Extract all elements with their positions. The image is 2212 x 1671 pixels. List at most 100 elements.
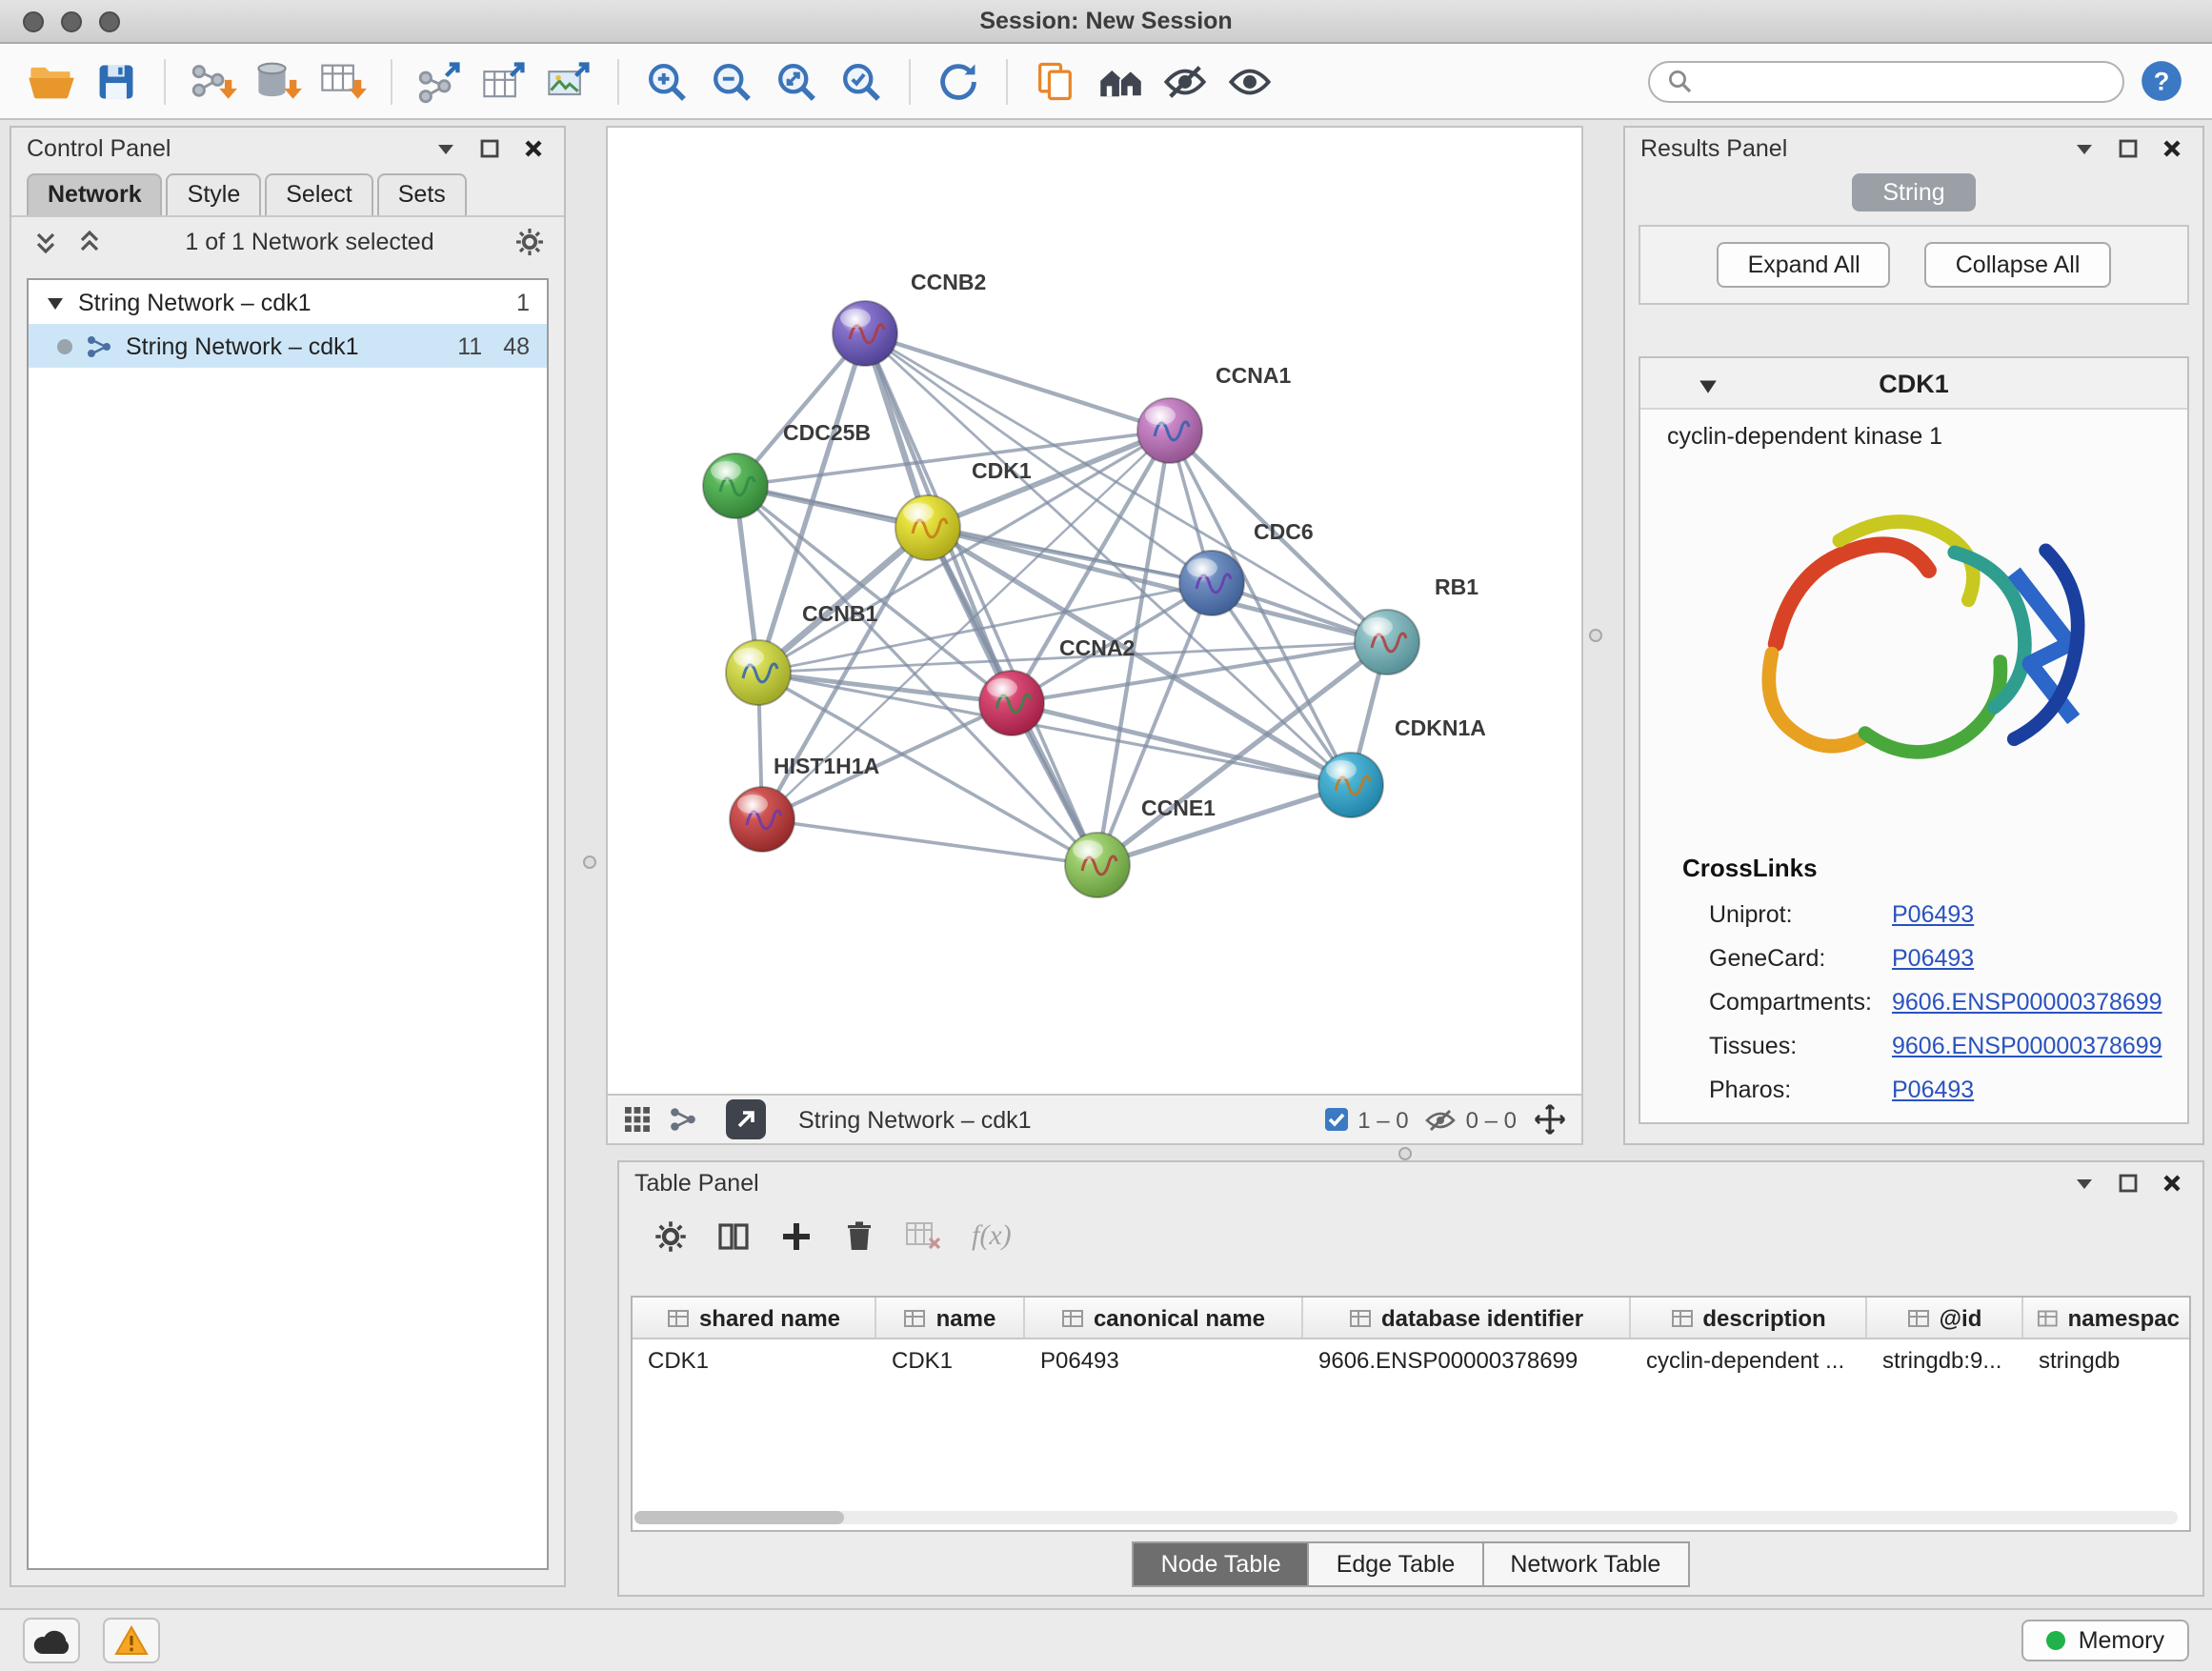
open-session-button[interactable] [23, 52, 80, 110]
tab-node-table[interactable]: Node Table [1133, 1541, 1310, 1587]
column-header-id[interactable]: @id [1867, 1298, 2023, 1338]
crosslink-link-tissues[interactable]: 9606.ENSP00000378699 [1892, 1032, 2162, 1058]
close-panel-icon[interactable] [2157, 132, 2187, 163]
table-toolbar: f(x) [619, 1202, 2202, 1271]
arrow-up-right-icon [734, 1107, 758, 1132]
column-header-name[interactable]: name [876, 1298, 1025, 1338]
disclosure-triangle-icon[interactable] [46, 292, 65, 312]
splitter-handle[interactable] [1589, 629, 1602, 642]
minimize-window-button[interactable] [61, 11, 82, 32]
cell-namespace[interactable]: stringdb [2023, 1339, 2191, 1381]
zoom-fit-button[interactable] [768, 52, 825, 110]
add-column-button[interactable] [779, 1219, 814, 1254]
splitter-handle[interactable] [583, 856, 596, 869]
collapse-all-button[interactable]: Collapse All [1925, 242, 2111, 288]
zoom-in-button[interactable] [638, 52, 695, 110]
crosslink-link-genecard[interactable]: P06493 [1892, 944, 1974, 971]
protein-section-header[interactable]: CDK1 [1640, 358, 2187, 410]
column-header-canonical-name[interactable]: canonical name [1025, 1298, 1303, 1338]
panel-menu-chevron-icon[interactable] [2069, 132, 2100, 163]
crosslink-link-uniprot[interactable]: P06493 [1892, 900, 1974, 927]
cloud-status-button[interactable] [23, 1618, 80, 1663]
zoom-out-button[interactable] [703, 52, 760, 110]
save-session-button[interactable] [88, 52, 145, 110]
close-panel-icon[interactable] [2157, 1167, 2187, 1198]
network-edge-CCNB2-CCNE1[interactable] [865, 333, 1097, 865]
panel-menu-chevron-icon[interactable] [2069, 1167, 2100, 1198]
tab-sets[interactable]: Sets [377, 173, 467, 215]
network-edge-CCNB2-RB1[interactable] [865, 333, 1387, 642]
svg-text:?: ? [2153, 66, 2169, 95]
collapse-all-networks-icon[interactable] [30, 226, 61, 256]
tab-network[interactable]: Network [27, 173, 163, 215]
tab-select[interactable]: Select [265, 173, 373, 215]
import-network-file-button[interactable] [185, 52, 242, 110]
cell-database-identifier[interactable]: 9606.ENSP00000378699 [1303, 1339, 1631, 1381]
close-window-button[interactable] [23, 11, 44, 32]
zoom-window-button[interactable] [99, 11, 120, 32]
tab-edge-table[interactable]: Edge Table [1310, 1541, 1484, 1587]
search-input[interactable] [1703, 68, 2105, 94]
close-panel-icon[interactable] [518, 132, 549, 163]
browser-home-button[interactable] [1092, 52, 1149, 110]
refresh-view-button[interactable] [930, 52, 987, 110]
horizontal-scrollbar[interactable] [634, 1511, 2178, 1524]
column-header-namespace[interactable]: namespac [2023, 1298, 2191, 1338]
network-canvas[interactable]: CCNB2CCNA1CDC25BCDK1CDC6RB1CCNB1CCNA2CDK… [606, 126, 1583, 1096]
expand-all-button[interactable]: Expand All [1718, 242, 1891, 288]
cell-shared-name[interactable]: CDK1 [633, 1339, 876, 1381]
network-row-selected[interactable]: String Network – cdk1 11 48 [29, 324, 547, 368]
cell-id[interactable]: stringdb:9... [1867, 1339, 2023, 1381]
cell-canonical-name[interactable]: P06493 [1025, 1339, 1303, 1381]
tab-style[interactable]: Style [167, 173, 262, 215]
column-header-shared-name[interactable]: shared name [633, 1298, 876, 1338]
string-results-tab[interactable]: String [1852, 173, 1975, 211]
birdseye-view-button[interactable] [669, 1105, 697, 1134]
column-header-description[interactable]: description [1631, 1298, 1867, 1338]
show-columns-button[interactable] [716, 1219, 751, 1254]
network-edge-CCNB1-CCNA2[interactable] [758, 673, 1012, 703]
network-edge-HIST1H1A-CCNE1[interactable] [762, 819, 1097, 865]
delete-column-button[interactable] [842, 1219, 876, 1254]
network-edge-CDKN1A-CCNE1[interactable] [1097, 785, 1351, 865]
network-edge-CDK1-CCNB1[interactable] [758, 528, 928, 673]
expand-all-networks-icon[interactable] [74, 226, 105, 256]
help-button[interactable]: ? [2132, 52, 2189, 110]
cell-name[interactable]: CDK1 [876, 1339, 1025, 1381]
float-panel-icon[interactable] [2113, 132, 2143, 163]
section-disclosure-icon[interactable] [1698, 375, 1719, 396]
database-icon [253, 58, 303, 104]
open-in-browser-button[interactable] [726, 1099, 766, 1139]
export-table-button[interactable] [476, 52, 533, 110]
grid-view-button[interactable] [623, 1105, 652, 1134]
splitter-handle[interactable] [1398, 1147, 1412, 1160]
network-options-gear-icon[interactable] [514, 226, 545, 256]
node-label-CCNE1: CCNE1 [1141, 795, 1216, 820]
column-header-database-identifier[interactable]: database identifier [1303, 1298, 1631, 1338]
network-collection-row[interactable]: String Network – cdk1 1 [29, 280, 547, 324]
memory-button[interactable]: Memory [2021, 1620, 2189, 1661]
tab-network-table[interactable]: Network Table [1483, 1541, 1689, 1587]
export-image-button[interactable] [541, 52, 598, 110]
crosslink-link-compartments[interactable]: 9606.ENSP00000378699 [1892, 988, 2162, 1015]
float-panel-icon[interactable] [474, 132, 505, 163]
import-network-database-button[interactable] [250, 52, 307, 110]
export-network-button[interactable] [412, 52, 469, 110]
network-edge-CCNB2-CCNA1[interactable] [865, 333, 1170, 431]
hide-graphics-details-button[interactable] [1156, 52, 1214, 110]
show-graphics-details-button[interactable] [1221, 52, 1278, 110]
zoom-selected-button[interactable] [833, 52, 890, 110]
pan-tool-button[interactable] [1534, 1103, 1566, 1136]
table-options-gear-icon[interactable] [654, 1219, 688, 1254]
import-table-file-button[interactable] [314, 52, 372, 110]
document-copy-button[interactable] [1027, 52, 1084, 110]
warnings-button[interactable] [103, 1618, 160, 1663]
cell-description[interactable]: cyclin-dependent ... [1631, 1339, 1867, 1381]
network-edge-CCNA2-CDKN1A[interactable] [1012, 703, 1351, 785]
search-box[interactable] [1648, 60, 2124, 102]
crosslink-link-pharos[interactable]: P06493 [1892, 1076, 1974, 1102]
table-row[interactable]: CDK1 CDK1 P06493 9606.ENSP00000378699 cy… [633, 1339, 2189, 1381]
scrollbar-thumb[interactable] [634, 1511, 844, 1524]
control-panel-tabs: Network Style Select Sets [11, 168, 564, 215]
panel-menu-chevron-icon[interactable] [431, 132, 461, 163]
